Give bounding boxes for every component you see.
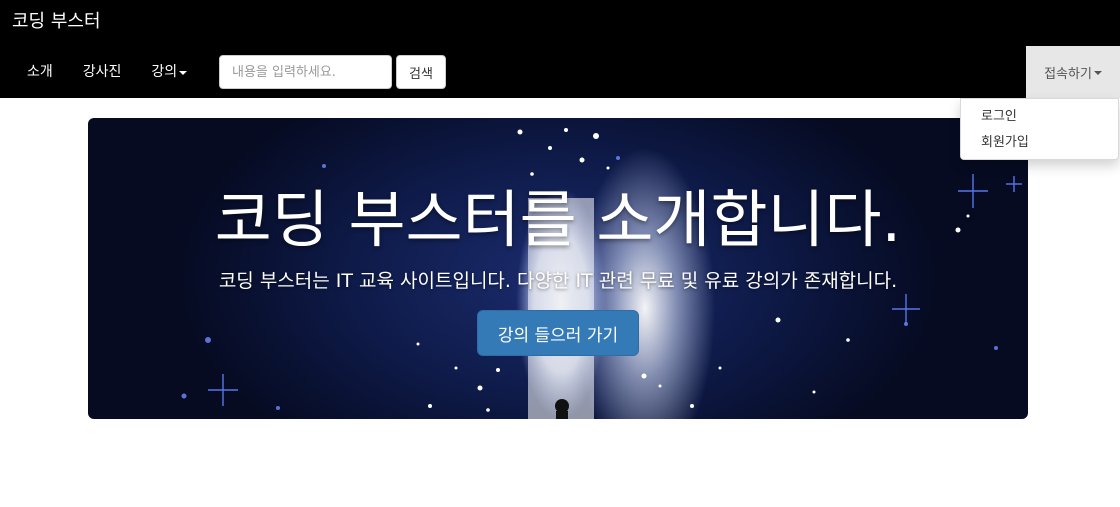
nav-link-instructors-label: 강사진: [82, 64, 122, 80]
search-form: 검색: [219, 55, 446, 89]
nav-link-intro-label: 소개: [27, 64, 53, 80]
brand-link[interactable]: 코딩 부스터: [12, 10, 101, 34]
hero-title: 코딩 부스터를 소개합니다.: [214, 183, 902, 256]
caret-down-icon: [1093, 70, 1102, 75]
navbar: 코딩 부스터 소개 강사진 강의 검색 접속하기: [0, 0, 1120, 98]
hero-jumbotron: 코딩 부스터를 소개합니다. 코딩 부스터는 IT 교육 사이트입니다. 다양한…: [88, 118, 1028, 419]
search-button[interactable]: 검색: [396, 55, 446, 89]
nav-link-instructors[interactable]: 강사진: [68, 56, 137, 88]
search-input[interactable]: [219, 55, 392, 89]
caret-down-icon: [179, 70, 188, 75]
menu-item-login[interactable]: 로그인: [961, 104, 1118, 130]
nav-link-lectures-label: 강의: [151, 64, 178, 80]
account-dropdown-toggle[interactable]: 접속하기: [1026, 46, 1120, 98]
account-dropdown-menu: 로그인 회원가입: [960, 98, 1119, 160]
nav-link-lectures-dropdown[interactable]: 강의: [136, 56, 202, 88]
account-dropdown-label: 접속하기: [1044, 66, 1092, 82]
hero-lead-text: 코딩 부스터는 IT 교육 사이트입니다. 다양한 IT 관련 무료 및 유료 …: [218, 270, 898, 292]
nav-link-intro[interactable]: 소개: [12, 56, 68, 88]
nav-links: 소개 강사진 강의: [12, 56, 202, 88]
go-to-lectures-button[interactable]: 강의 들으러 가기: [477, 310, 639, 356]
menu-item-signup[interactable]: 회원가입: [961, 130, 1118, 156]
